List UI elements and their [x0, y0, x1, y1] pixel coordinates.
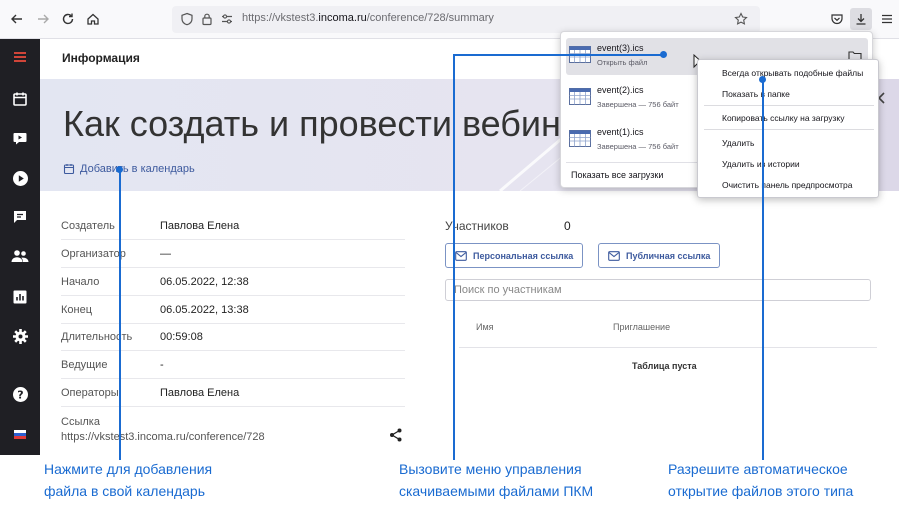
mail-icon — [455, 250, 467, 261]
svg-text:?: ? — [17, 388, 23, 401]
menu-hamburger-icon[interactable] — [876, 8, 898, 30]
info-row-start: Начало 06.05.2022, 12:38 — [61, 269, 405, 296]
public-link-button[interactable]: Публичная ссылка — [598, 243, 721, 268]
info-label: Конец — [61, 304, 93, 316]
menu-item-show-in-folder[interactable]: Показать в папке — [722, 89, 790, 99]
app-sidebar: ? — [0, 39, 40, 455]
info-value: 06.05.2022, 12:38 — [160, 276, 249, 288]
table-empty-message: Таблица пуста — [632, 361, 697, 371]
back-icon[interactable] — [6, 8, 28, 30]
info-label: Длительность — [61, 331, 133, 343]
menu-item-delete[interactable]: Удалить — [722, 138, 754, 148]
download-status: Завершена — 756 байт — [597, 142, 679, 151]
lock-icon[interactable] — [200, 12, 214, 31]
menu-item-always-open[interactable]: Всегда открывать подобные файлы — [722, 68, 863, 78]
address-bar[interactable]: https://vkstest3.incoma.ru/conference/72… — [172, 6, 760, 33]
info-row-link: Ссылка https://vkstest3.incoma.ru/confer… — [61, 411, 405, 451]
info-label: Организатор — [61, 248, 126, 260]
annotation-line — [119, 170, 121, 460]
video-icon[interactable] — [10, 128, 30, 148]
share-icon[interactable] — [389, 428, 403, 442]
permissions-icon[interactable] — [220, 12, 234, 31]
calendar-file-icon — [569, 88, 591, 105]
info-row-duration: Длительность 00:59:08 — [61, 324, 405, 351]
menu-divider — [704, 129, 874, 130]
annotation-line — [762, 80, 764, 460]
info-label: Начало — [61, 276, 100, 288]
mail-icon — [608, 250, 620, 261]
info-value: 00:59:08 — [160, 331, 203, 343]
url-text: https://vkstest3.incoma.ru/conference/72… — [242, 12, 494, 24]
annotation-line — [453, 54, 663, 56]
info-value: 06.05.2022, 13:38 — [160, 304, 249, 316]
search-placeholder: Поиск по участникам — [454, 284, 562, 296]
annotation-auto-open: Разрешите автоматическое открытие файлов… — [668, 461, 854, 499]
play-icon[interactable] — [10, 168, 30, 188]
column-header-name[interactable]: Имя — [476, 322, 494, 332]
help-icon[interactable]: ? — [10, 384, 30, 404]
menu-icon[interactable] — [10, 47, 30, 67]
table-divider — [459, 347, 877, 348]
download-filename: event(2).ics — [597, 85, 644, 95]
pocket-icon[interactable] — [826, 8, 848, 30]
column-header-invite[interactable]: Приглашение — [613, 322, 670, 332]
flag-icon[interactable] — [10, 424, 30, 444]
reload-icon[interactable] — [57, 8, 79, 30]
annotation-line — [453, 54, 455, 460]
conference-link[interactable]: https://vkstest3.incoma.ru/conference/72… — [61, 431, 265, 443]
personal-link-button[interactable]: Персональная ссылка — [445, 243, 584, 268]
public-link-label: Публичная ссылка — [626, 250, 711, 261]
info-row-operators: Операторы Павлова Елена — [61, 380, 405, 407]
forward-icon[interactable] — [32, 8, 54, 30]
page-title: Информация — [62, 51, 140, 65]
info-label: Ссылка — [61, 416, 100, 428]
menu-item-clear-panel[interactable]: Очистить панель предпросмотра — [722, 180, 852, 190]
personal-link-label: Персональная ссылка — [473, 250, 574, 261]
info-label: Создатель — [61, 220, 115, 232]
users-icon[interactable] — [10, 246, 30, 266]
shield-icon[interactable] — [180, 12, 194, 31]
show-all-downloads-button[interactable]: Показать все загрузки — [571, 170, 663, 180]
add-to-calendar-link[interactable]: Добавить в календарь — [63, 163, 195, 175]
info-value: Павлова Елена — [160, 220, 240, 232]
info-row-hosts: Ведущие - — [61, 352, 405, 379]
chat-icon[interactable] — [10, 207, 30, 227]
info-label: Ведущие — [61, 359, 108, 371]
download-context-menu: Всегда открывать подобные файлы Показать… — [697, 59, 879, 198]
add-to-calendar-label: Добавить в календарь — [80, 163, 195, 175]
info-row-creator: Создатель Павлова Елена — [61, 213, 405, 240]
annotation-context-menu: Вызовите меню управления скачиваемыми фа… — [399, 461, 594, 499]
home-icon[interactable] — [82, 8, 104, 30]
participants-search-input[interactable]: Поиск по участникам — [445, 279, 871, 301]
info-value: — — [160, 248, 171, 260]
conference-title: Как создать и провести вебин — [63, 103, 561, 144]
calendar-icon[interactable] — [10, 89, 30, 109]
menu-divider — [704, 105, 874, 106]
gear-icon[interactable] — [10, 326, 30, 346]
calendar-icon — [63, 164, 75, 175]
annotation-calendar: Нажмите для добавления файла в свой кале… — [44, 461, 213, 499]
menu-item-delete-history[interactable]: Удалить из истории — [722, 159, 800, 169]
menu-item-copy-link[interactable]: Копировать ссылку на загрузку — [722, 113, 844, 123]
info-label: Операторы — [61, 387, 119, 399]
download-status: Открыть файл — [597, 58, 648, 67]
info-row-organizer: Организатор — — [61, 241, 405, 268]
info-value: - — [160, 359, 164, 371]
participants-count: 0 — [564, 219, 571, 233]
calendar-file-icon — [569, 130, 591, 147]
downloads-icon[interactable] — [850, 8, 872, 30]
download-filename: event(1).ics — [597, 127, 644, 137]
bookmark-star-icon[interactable] — [734, 12, 748, 31]
info-value: Павлова Елена — [160, 387, 240, 399]
download-filename: event(3).ics — [597, 43, 644, 53]
info-row-end: Конец 06.05.2022, 13:38 — [61, 297, 405, 324]
stats-icon[interactable] — [10, 287, 30, 307]
download-status: Завершена — 756 байт — [597, 100, 679, 109]
